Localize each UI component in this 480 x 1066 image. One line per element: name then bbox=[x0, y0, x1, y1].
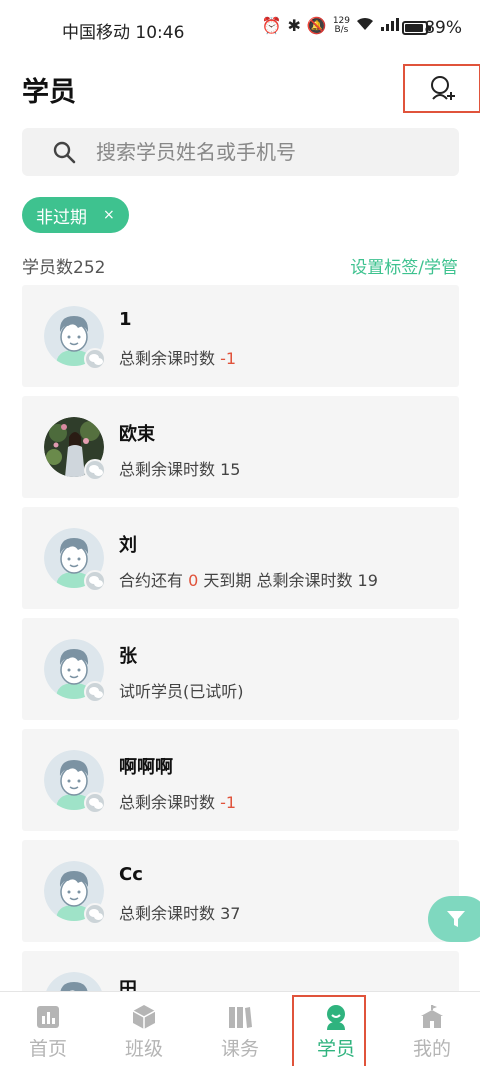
filter-chip-non-expired[interactable]: 非过期 × bbox=[22, 197, 129, 233]
books-icon bbox=[227, 1004, 253, 1030]
student-card[interactable]: 欧束总剩余课时数 15 bbox=[22, 396, 459, 498]
battery-level bbox=[405, 24, 423, 32]
nav-label: 课务 bbox=[220, 1038, 259, 1060]
wechat-icon bbox=[84, 348, 106, 370]
summary-text: 合约还有 bbox=[119, 571, 189, 590]
summary-text: 试听学员(已试听) bbox=[119, 682, 244, 701]
battery-percent: 89% bbox=[424, 18, 462, 38]
signal-icon bbox=[380, 16, 400, 35]
summary-text: 天到期 总剩余课时数 19 bbox=[198, 571, 378, 590]
search-icon bbox=[53, 141, 76, 164]
student-name: 啊啊啊 bbox=[119, 757, 173, 778]
net-speed-unit: B/s bbox=[334, 24, 349, 35]
close-icon[interactable]: × bbox=[103, 207, 115, 223]
nav-label: 学员 bbox=[316, 1038, 355, 1060]
student-name: 1 bbox=[119, 309, 132, 330]
summary-text: 总剩余课时数 bbox=[119, 349, 221, 368]
student-summary: 合约还有 0 天到期 总剩余课时数 19 bbox=[119, 567, 378, 591]
nav-item-course[interactable]: 课务 bbox=[192, 992, 288, 1066]
summary-text: 总剩余课时数 bbox=[119, 793, 221, 812]
summary-text: 总剩余课时数 37 bbox=[119, 904, 241, 923]
school-icon bbox=[419, 1004, 445, 1030]
alarm-icon: ⏰ bbox=[261, 16, 282, 35]
highlight-value: -1 bbox=[220, 793, 237, 812]
settings-tags-link[interactable]: 设置标签/学管 bbox=[350, 253, 458, 278]
student-card[interactable]: 啊啊啊总剩余课时数 -1 bbox=[22, 729, 459, 831]
student-name: 欧束 bbox=[119, 424, 155, 445]
highlight-value: 0 bbox=[188, 571, 199, 590]
nav-label: 我的 bbox=[412, 1038, 451, 1060]
carrier-time: 中国移动 10:46 bbox=[62, 23, 185, 43]
mute-icon: 🔕 bbox=[306, 16, 327, 35]
student-summary: 总剩余课时数 37 bbox=[119, 900, 240, 924]
filter-icon bbox=[447, 911, 465, 927]
student-summary: 试听学员(已试听) bbox=[119, 678, 244, 702]
filter-button[interactable] bbox=[428, 896, 480, 942]
wechat-icon bbox=[84, 903, 106, 925]
nav-item-mine[interactable]: 我的 bbox=[384, 992, 480, 1066]
student-summary: 总剩余课时数 15 bbox=[119, 456, 240, 480]
nav-label: 班级 bbox=[124, 1038, 163, 1060]
search-input[interactable] bbox=[96, 140, 436, 164]
summary-text: 总剩余课时数 15 bbox=[119, 460, 241, 479]
search-bar[interactable] bbox=[22, 128, 459, 176]
bottom-nav: 首页 班级 课务 学员 我的 bbox=[0, 991, 480, 1066]
student-card[interactable]: Cc 总剩余课时数 37 bbox=[22, 840, 459, 942]
nav-label: 首页 bbox=[28, 1038, 67, 1060]
wifi-icon bbox=[356, 16, 374, 35]
student-name: 刘 bbox=[119, 535, 137, 556]
student-count: 学员数252 bbox=[22, 258, 106, 278]
student-name: Cc bbox=[119, 864, 143, 885]
student-icon bbox=[323, 1004, 349, 1030]
student-summary: 总剩余课时数 -1 bbox=[119, 789, 236, 813]
add-student-button[interactable] bbox=[403, 64, 480, 113]
student-name: 张 bbox=[119, 646, 137, 667]
wechat-icon bbox=[84, 459, 106, 481]
filter-chip-label: 非过期 bbox=[36, 207, 87, 228]
page-title: 学员 bbox=[22, 77, 76, 108]
cube-icon bbox=[131, 1004, 157, 1030]
wechat-icon bbox=[84, 570, 106, 592]
student-list: 1 总剩余课时数 -1 欧束总剩余课时数 15 刘合约还有 0 天到期 总剩余课时… bbox=[22, 285, 459, 1062]
nav-item-student[interactable]: 学员 bbox=[288, 992, 384, 1066]
wechat-icon bbox=[84, 792, 106, 814]
net-speed: 129 B/s bbox=[333, 16, 350, 35]
nav-item-class[interactable]: 班级 bbox=[96, 992, 192, 1066]
student-card[interactable]: 1 总剩余课时数 -1 bbox=[22, 285, 459, 387]
bluetooth-icon: ✱ bbox=[287, 16, 301, 35]
student-card[interactable]: 刘合约还有 0 天到期 总剩余课时数 19 bbox=[22, 507, 459, 609]
wechat-icon bbox=[84, 681, 106, 703]
nav-item-home[interactable]: 首页 bbox=[0, 992, 96, 1066]
status-bar: 中国移动 10:46 ⏰ ✱ 🔕 129 B/s 89% bbox=[0, 0, 480, 60]
chart-icon bbox=[35, 1004, 61, 1030]
student-summary: 总剩余课时数 -1 bbox=[119, 345, 236, 369]
add-user-icon bbox=[431, 75, 455, 100]
status-icons: ⏰ ✱ 🔕 129 B/s bbox=[262, 16, 400, 35]
student-card[interactable]: 张试听学员(已试听) bbox=[22, 618, 459, 720]
highlight-value: -1 bbox=[220, 349, 237, 368]
